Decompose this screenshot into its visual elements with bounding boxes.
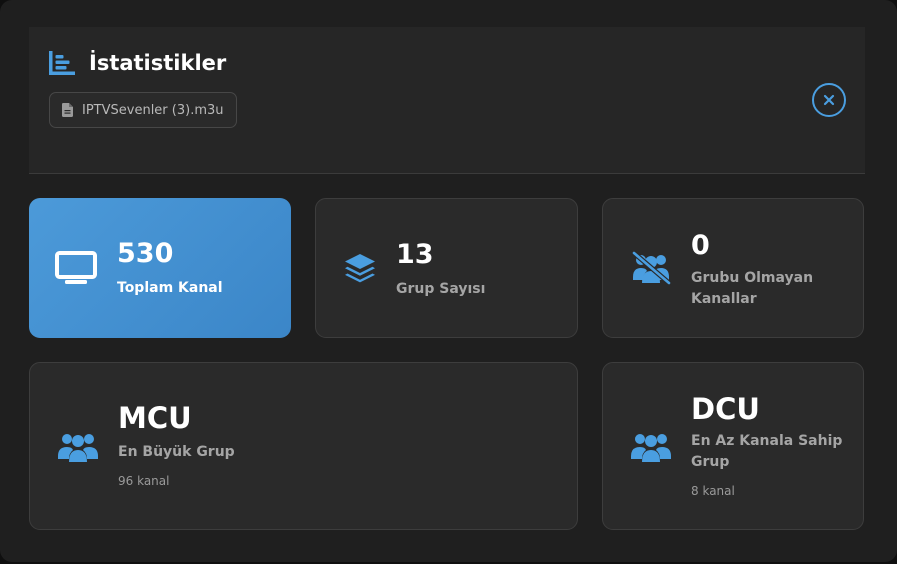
stat-label: Grubu Olmayan Kanallar xyxy=(691,270,814,307)
layers-icon xyxy=(343,252,377,286)
users-icon xyxy=(57,430,99,464)
stat-card-ungrouped-channels[interactable]: 0 Grubu Olmayan Kanallar xyxy=(602,198,864,338)
stat-value: 13 xyxy=(396,239,434,270)
file-icon xyxy=(62,103,74,117)
tv-icon xyxy=(55,250,97,286)
group-channel-count: 96 kanal xyxy=(118,474,170,488)
stat-value: 530 xyxy=(117,238,174,269)
largest-group-card[interactable]: MCU En Büyük Grup 96 kanal xyxy=(29,362,578,530)
stat-label: Grup Sayısı xyxy=(396,281,486,297)
modal-header: İstatistikler IPTVSevenler (3).m3u xyxy=(29,27,865,174)
file-name-text: IPTVSevenler (3).m3u xyxy=(82,102,224,118)
stat-value: 0 xyxy=(691,230,710,261)
smallest-group-card[interactable]: DCU En Az Kanala Sahip Grup 8 kanal xyxy=(602,362,864,530)
group-label: En Az Kanala Sahip Grup xyxy=(691,433,843,470)
chart-bar-icon xyxy=(48,49,78,77)
statistics-modal: İstatistikler IPTVSevenler (3).m3u 530 T… xyxy=(0,0,897,562)
stat-label: Toplam Kanal xyxy=(117,280,223,296)
group-channel-count: 8 kanal xyxy=(691,484,735,498)
page-title: İstatistikler xyxy=(89,51,227,75)
users-icon xyxy=(630,430,672,464)
close-button[interactable] xyxy=(812,83,846,117)
group-name: MCU xyxy=(118,401,192,435)
stat-card-group-count[interactable]: 13 Grup Sayısı xyxy=(315,198,578,338)
file-name-badge: IPTVSevenler (3).m3u xyxy=(49,92,237,128)
close-icon xyxy=(823,91,835,110)
stat-card-total-channels[interactable]: 530 Toplam Kanal xyxy=(29,198,291,338)
group-label: En Büyük Grup xyxy=(118,444,235,460)
title-row: İstatistikler xyxy=(48,49,226,77)
users-slash-icon xyxy=(629,250,673,286)
group-name: DCU xyxy=(691,392,760,426)
